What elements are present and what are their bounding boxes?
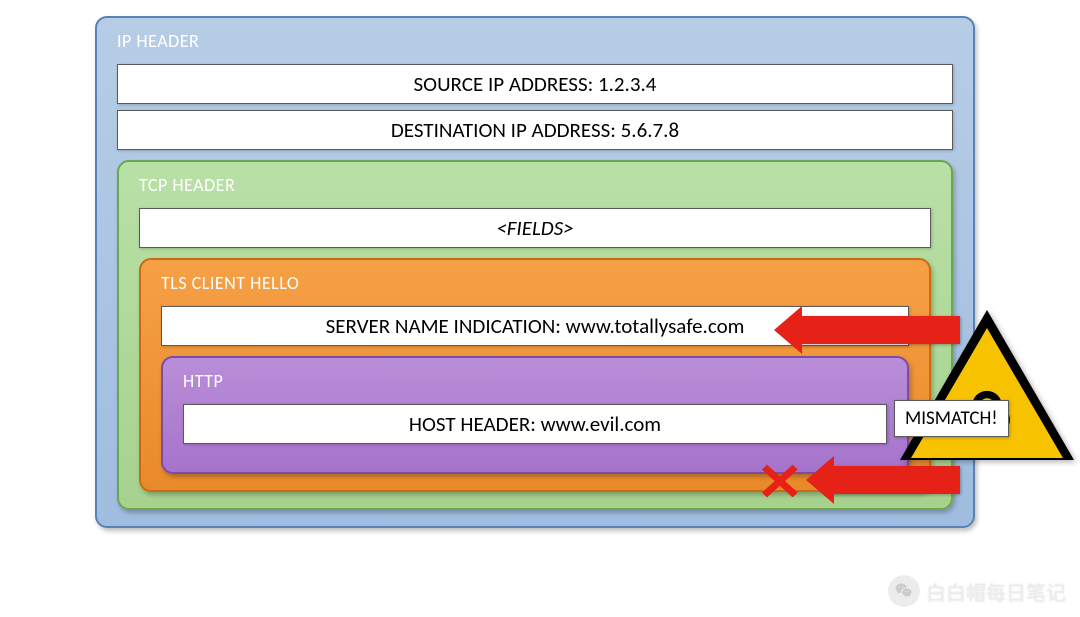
arrow-to-host [830, 466, 960, 494]
mismatch-label: MISMATCH! [894, 400, 1009, 437]
tcp-header-title: TCP HEADER [133, 172, 937, 202]
tls-title: TLS CLIENT HELLO [155, 270, 915, 300]
destination-ip-field: DESTINATION IP ADDRESS: 5.6.7.8 [117, 110, 953, 150]
source-ip-field: SOURCE IP ADDRESS: 1.2.3.4 [117, 64, 953, 104]
hazard-warning-icon [900, 310, 1075, 460]
ip-header-title: IP HEADER [111, 28, 959, 58]
http-title: HTTP [177, 368, 893, 398]
watermark-text: 白白帽每日笔记 [926, 577, 1066, 606]
ip-header-layer: IP HEADER SOURCE IP ADDRESS: 1.2.3.4 DES… [95, 16, 975, 528]
tcp-fields: <FIELDS> [139, 208, 931, 248]
watermark: 白白帽每日笔记 [888, 575, 1066, 607]
wechat-icon [888, 575, 920, 607]
cross-mark-icon: ✕ [756, 450, 804, 514]
host-header-field: HOST HEADER: www.evil.com [183, 404, 887, 444]
